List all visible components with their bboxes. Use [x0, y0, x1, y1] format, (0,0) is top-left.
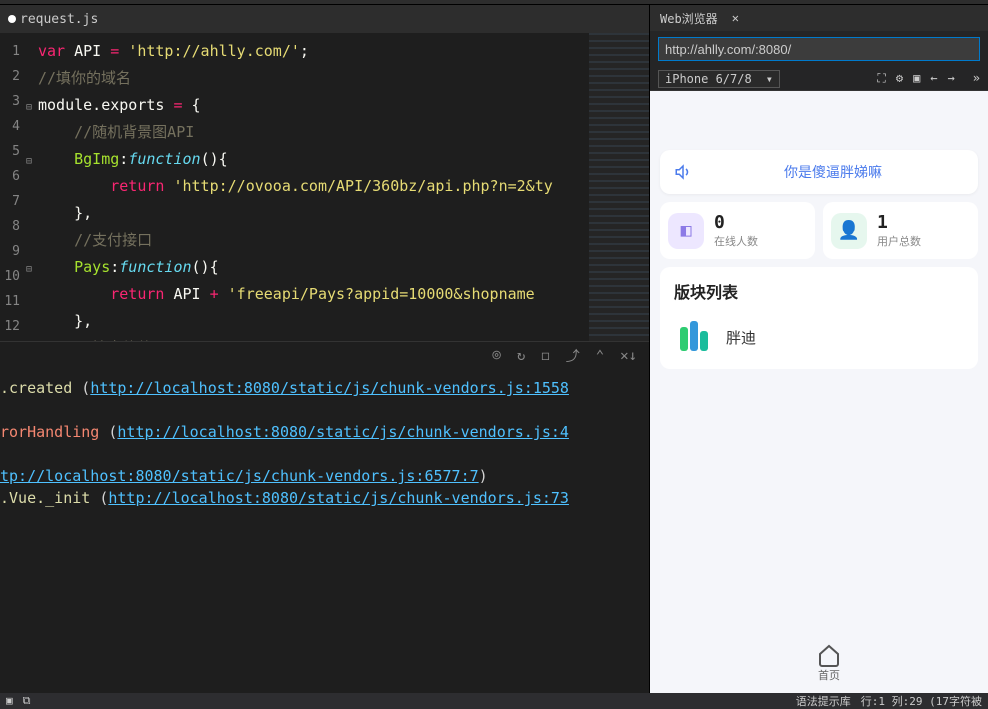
back-icon[interactable]: ←: [930, 71, 937, 86]
close-icon[interactable]: ✕: [732, 11, 739, 25]
forum-section: 版块列表 胖迪: [660, 267, 978, 369]
notice-card[interactable]: 你是傻逼胖娣嘛: [660, 150, 978, 194]
modified-dot-icon: [8, 15, 16, 23]
stats-row: ◧ 0 在线人数 👤 1 用户总数: [660, 202, 978, 259]
bottom-nav: 首页: [650, 643, 988, 683]
code-editor[interactable]: 1234567891011121314151617 var API = 'htt…: [0, 33, 649, 341]
stat-value: 0: [714, 212, 758, 233]
stat-label: 用户总数: [877, 233, 921, 249]
forum-name: 胖迪: [726, 327, 756, 348]
forward-icon[interactable]: →: [948, 71, 955, 86]
stat-users[interactable]: 👤 1 用户总数: [823, 202, 978, 259]
clear-icon[interactable]: ✕↓: [620, 348, 637, 364]
collapse-up-icon[interactable]: ⌃: [596, 348, 604, 364]
speaker-icon: [674, 163, 692, 181]
browser-tab-label: Web浏览器: [660, 10, 718, 27]
url-input[interactable]: [665, 42, 973, 57]
browser-panel: Web浏览器 ✕ iPhone 6/7/8 ▾ ⛶ ⚙ ▣ ← → » 你是傻逼…: [649, 5, 988, 693]
users-icon: 👤: [831, 213, 867, 249]
devtools-toolbar: iPhone 6/7/8 ▾ ⛶ ⚙ ▣ ← → »: [650, 67, 988, 91]
line-gutter: 1234567891011121314151617: [0, 33, 26, 341]
minimap[interactable]: [589, 33, 649, 341]
section-title: 版块列表: [674, 279, 964, 303]
notice-text: 你是傻逼胖娣嘛: [784, 162, 882, 182]
stop-icon[interactable]: ◻: [541, 348, 549, 364]
fullscreen-icon[interactable]: ⛶: [877, 71, 885, 86]
reload-icon[interactable]: ▣: [913, 71, 920, 86]
more-icon[interactable]: »: [973, 71, 980, 86]
nav-home-label: 首页: [818, 667, 840, 683]
file-tab-label: request.js: [20, 12, 98, 27]
stat-label: 在线人数: [714, 233, 758, 249]
device-selector[interactable]: iPhone 6/7/8 ▾: [658, 70, 780, 88]
cursor-position[interactable]: 行:1 列:29 (17字符被: [861, 693, 982, 709]
syntax-hint[interactable]: 语法提示库: [796, 693, 851, 709]
address-bar[interactable]: [658, 37, 980, 61]
terminal-icon[interactable]: ▣: [6, 694, 13, 708]
code-content[interactable]: var API = 'http://ahlly.com/'; //填你的域名⊟m…: [26, 33, 589, 341]
forum-item[interactable]: 胖迪: [674, 317, 964, 357]
file-tab[interactable]: request.js: [0, 5, 649, 33]
restart-icon[interactable]: ↻: [517, 348, 525, 364]
editor-area: request.js 1234567891011121314151617 var…: [0, 5, 649, 693]
forum-icon: [674, 317, 714, 357]
chevron-down-icon: ▾: [766, 72, 773, 86]
online-icon: ◧: [668, 213, 704, 249]
stat-value: 1: [877, 212, 921, 233]
debug-toolbar: ⌾ ↻ ◻ ⤴ ⌃ ✕↓: [0, 341, 649, 369]
split-icon[interactable]: ⧉: [23, 694, 31, 708]
bug-icon[interactable]: ⌾: [492, 348, 500, 364]
home-icon[interactable]: [817, 643, 841, 667]
mobile-preview[interactable]: 你是傻逼胖娣嘛 ◧ 0 在线人数 👤 1 用户总数 版块列表: [650, 91, 988, 693]
stat-online[interactable]: ◧ 0 在线人数: [660, 202, 815, 259]
gear-icon[interactable]: ⚙: [896, 71, 903, 86]
status-bar: ▣ ⧉ 语法提示库 行:1 列:29 (17字符被: [0, 693, 988, 709]
debug-console[interactable]: .created (http://localhost:8080/static/j…: [0, 369, 649, 693]
step-icon[interactable]: ⤴: [566, 346, 580, 366]
browser-tab[interactable]: Web浏览器 ✕: [650, 5, 988, 31]
